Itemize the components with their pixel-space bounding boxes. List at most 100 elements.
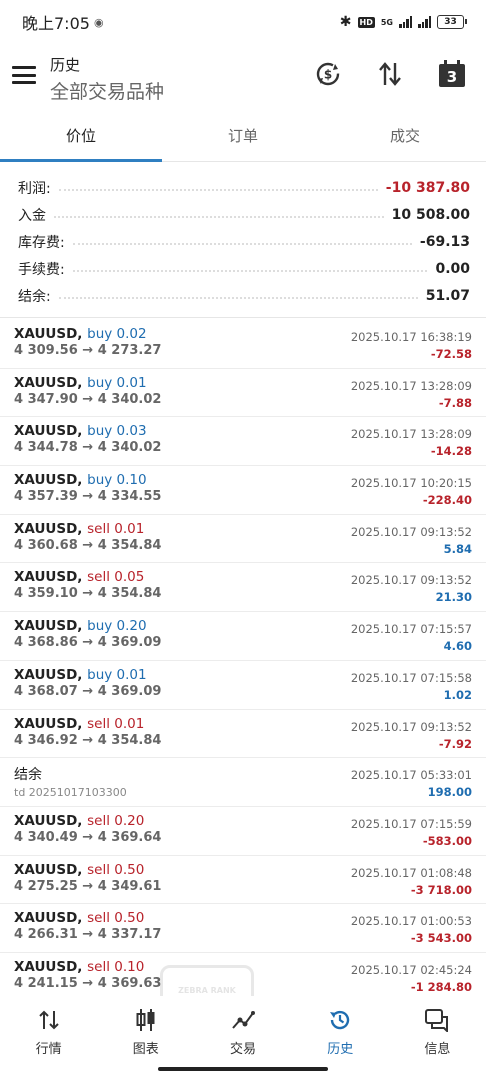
calendar-day: 3	[446, 68, 458, 86]
deal-profit: 21.30	[435, 590, 472, 605]
deal-symbol: XAUUSD,	[14, 520, 83, 537]
deal-symbol: XAUUSD,	[14, 715, 83, 732]
app-header: 历史 全部交易品种 $ 3	[0, 44, 486, 114]
nav-label: 行情	[35, 1042, 62, 1057]
deal-open-price: 4 368.07	[14, 683, 78, 699]
deal-side-volume: buy 0.10	[87, 472, 147, 489]
deal-close-price: 4 337.17	[97, 927, 162, 943]
summary-row-profit: 利润: -10 387.80	[18, 174, 470, 201]
nav-quotes[interactable]: 行情	[0, 996, 97, 1080]
sort-icon[interactable]	[372, 56, 408, 92]
deal-time: 2025.10.17 01:08:48	[350, 865, 472, 880]
deal-profit: -3 718.00	[410, 882, 472, 897]
battery-level: 33	[444, 17, 457, 27]
deal-row[interactable]: XAUUSD, sell 0.05 4 359.10 → 4 354.84 2025…	[0, 563, 486, 613]
deal-profit: -14.28	[430, 444, 472, 459]
summary-value: 51.07	[425, 287, 470, 304]
summary-panel: 利润: -10 387.80 入金 10 508.00 库存费: -69.13 手续费…	[0, 162, 486, 318]
deal-row[interactable]: XAUUSD, sell 0.50 4 275.25 → 4 349.61 2025…	[0, 856, 486, 905]
arrow-right-icon: →	[82, 440, 94, 456]
tab-positions[interactable]: 价位	[0, 114, 162, 162]
deal-row[interactable]: XAUUSD, sell 0.10 4 241.15 → 4 369.63 2025…	[0, 953, 486, 1002]
deal-row[interactable]: XAUUSD, sell 0.01 4 346.92 → 4 354.84 2025…	[0, 710, 486, 759]
deal-close-price: 4 334.55	[97, 489, 162, 505]
status-time: 晚上7:05	[22, 14, 90, 33]
arrow-right-icon: →	[82, 489, 94, 505]
home-indicator[interactable]	[158, 1067, 328, 1071]
deal-close-price: 4 349.61	[97, 878, 162, 894]
nav-label: 图表	[132, 1042, 159, 1057]
deal-row[interactable]: XAUUSD, sell 0.50 4 266.31 → 4 337.17 2025…	[0, 904, 486, 953]
balance-row[interactable]: 结余 td 20251017103300 2025.10.17 05:33:01 19…	[0, 758, 486, 807]
trade-icon	[231, 1006, 255, 1034]
deal-side-volume: buy 0.01	[87, 666, 147, 683]
symbol-filter[interactable]: 全部交易品种	[50, 77, 164, 104]
svg-text:$: $	[324, 68, 332, 82]
deal-side-volume: buy 0.20	[87, 618, 147, 635]
deal-symbol: XAUUSD,	[14, 618, 83, 635]
deal-open-price: 4 347.90	[14, 391, 78, 407]
arrow-right-icon: →	[82, 635, 94, 651]
nav-messages[interactable]: 信息	[389, 996, 486, 1080]
deal-time: 2025.10.17 09:13:52	[350, 719, 472, 734]
quotes-icon	[38, 1006, 60, 1034]
page-title: 历史	[50, 56, 81, 74]
arrow-right-icon: →	[82, 878, 94, 894]
summary-label: 结余:	[18, 288, 51, 305]
deal-time: 2025.10.17 02:45:24	[350, 962, 472, 977]
deal-open-price: 4 357.39	[14, 489, 78, 505]
deal-symbol: XAUUSD,	[14, 326, 83, 342]
calendar-icon[interactable]: 3	[434, 56, 470, 92]
tab-deals[interactable]: 成交	[324, 114, 486, 161]
currency-swap-icon[interactable]: $	[310, 56, 346, 92]
deal-time: 2025.10.17 07:15:59	[350, 816, 472, 831]
summary-row-swap: 库存费: -69.13	[18, 228, 470, 255]
deal-profit: -7.88	[438, 395, 472, 410]
nav-label: 历史	[327, 1042, 354, 1057]
network-label: 5G	[380, 17, 393, 27]
deal-row[interactable]: XAUUSD, buy 0.02 4 309.56 → 4 273.27 2025.…	[0, 320, 486, 369]
summary-label: 库存费:	[18, 234, 65, 251]
deal-profit: 5.84	[443, 541, 472, 556]
nav-label: 信息	[424, 1042, 451, 1057]
deal-row[interactable]: XAUUSD, buy 0.20 4 368.86 → 4 369.09 2025.…	[0, 612, 486, 661]
deal-profit: 4.60	[443, 639, 472, 654]
summary-row-commission: 手续费: 0.00	[18, 255, 470, 282]
menu-icon[interactable]	[12, 66, 36, 84]
deal-symbol: XAUUSD,	[14, 472, 83, 489]
deal-close-price: 4 273.27	[97, 343, 162, 358]
arrow-right-icon: →	[82, 975, 94, 991]
deal-row[interactable]: XAUUSD, buy 0.10 4 357.39 → 4 334.55 2025.…	[0, 466, 486, 515]
deal-row[interactable]: XAUUSD, buy 0.01 4 368.07 → 4 369.09 2025.…	[0, 661, 486, 710]
deal-open-price: 4 359.10	[14, 586, 78, 602]
deal-profit: 198.00	[427, 785, 472, 800]
bluetooth-icon: ✱	[339, 14, 352, 30]
summary-row-deposit: 入金 10 508.00	[18, 201, 470, 228]
arrow-right-icon: →	[82, 829, 94, 845]
deal-side-volume: sell 0.01	[87, 520, 145, 537]
summary-value: 10 508.00	[391, 206, 470, 223]
deal-row[interactable]: XAUUSD, buy 0.01 4 347.90 → 4 340.02 2025.…	[0, 369, 486, 418]
deal-time: 2025.10.17 13:28:09	[350, 378, 472, 393]
deal-symbol: XAUUSD,	[14, 374, 83, 391]
arrow-right-icon: →	[82, 732, 94, 748]
deals-list: XAUUSD, buy 0.02 4 309.56 → 4 273.27 2025.…	[0, 320, 486, 1002]
deal-open-price: 4 346.92	[14, 732, 78, 748]
deal-row[interactable]: XAUUSD, sell 0.20 4 340.49 → 4 369.64 2025…	[0, 807, 486, 856]
deal-profit: 1.02	[443, 687, 472, 702]
deal-row[interactable]: XAUUSD, sell 0.01 4 360.68 → 4 354.84 2025…	[0, 515, 486, 564]
deal-row[interactable]: XAUUSD, buy 0.03 4 344.78 → 4 340.02 2025.…	[0, 417, 486, 467]
deal-symbol: XAUUSD,	[14, 569, 83, 586]
deal-close-price: 4 354.84	[97, 586, 162, 602]
tab-orders[interactable]: 订单	[162, 114, 324, 161]
deal-time: 2025.10.17 16:38:19	[350, 330, 472, 344]
deal-close-price: 4 354.84	[97, 732, 162, 748]
deal-symbol: XAUUSD,	[14, 812, 83, 829]
summary-value: -69.13	[419, 233, 470, 250]
deal-side-volume: buy 0.02	[87, 326, 147, 342]
deal-open-price: 4 368.86	[14, 635, 78, 651]
tab-bar: 价位 订单 成交	[0, 114, 486, 162]
deal-profit: -228.40	[422, 493, 472, 508]
deal-side-volume: sell 0.50	[87, 910, 145, 927]
deal-side-volume: sell 0.20	[87, 812, 145, 829]
